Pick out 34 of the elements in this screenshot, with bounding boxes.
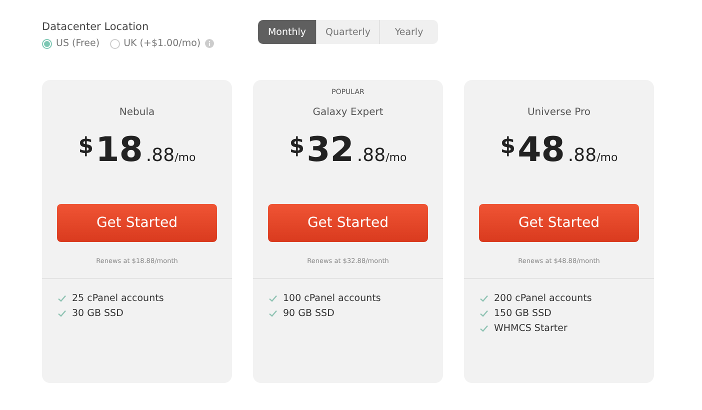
- billing-tab[interactable]: Monthly: [258, 20, 317, 44]
- location-title: Datacenter Location: [42, 21, 150, 33]
- location-option[interactable]: US (Free): [42, 38, 100, 49]
- currency-symbol: $: [289, 134, 305, 159]
- info-icon[interactable]: [204, 39, 214, 48]
- billing-tab[interactable]: Quarterly: [317, 20, 380, 44]
- price-amount: 18: [96, 130, 143, 170]
- feature-text: 150 GB SSD: [494, 308, 552, 319]
- currency-symbol: $: [78, 134, 94, 159]
- price-cents: .88: [356, 145, 386, 166]
- price-period: /mo: [596, 151, 618, 164]
- plan-name: Nebula: [119, 107, 155, 118]
- get-started-button[interactable]: Get Started: [268, 204, 428, 242]
- feature-text: 25 cPanel accounts: [72, 293, 164, 304]
- currency-symbol: $: [500, 134, 516, 159]
- billing-tab[interactable]: Yearly: [380, 20, 438, 44]
- feature-text: 30 GB SSD: [72, 308, 124, 319]
- plan-name: Galaxy Expert: [312, 107, 384, 118]
- price-cents: .88: [146, 145, 175, 166]
- feature-text: 100 cPanel accounts: [283, 293, 381, 304]
- price-period: /mo: [386, 151, 407, 164]
- get-started-button[interactable]: Get Started: [479, 204, 639, 242]
- price-amount: 48: [518, 130, 565, 170]
- price-period: /mo: [174, 151, 196, 164]
- feature-text: 200 cPanel accounts: [494, 293, 592, 304]
- radio-button[interactable]: [110, 38, 120, 48]
- price-cents: .88: [568, 145, 597, 166]
- radio-button[interactable]: [42, 38, 52, 48]
- price-amount: 32: [306, 130, 354, 170]
- feature-text: 90 GB SSD: [283, 308, 334, 319]
- location-option[interactable]: UK (+$1.00/mo): [110, 38, 214, 49]
- get-started-button[interactable]: Get Started: [57, 204, 217, 242]
- plan-name: Universe Pro: [527, 107, 591, 118]
- feature-text: WHMCS Starter: [494, 323, 568, 334]
